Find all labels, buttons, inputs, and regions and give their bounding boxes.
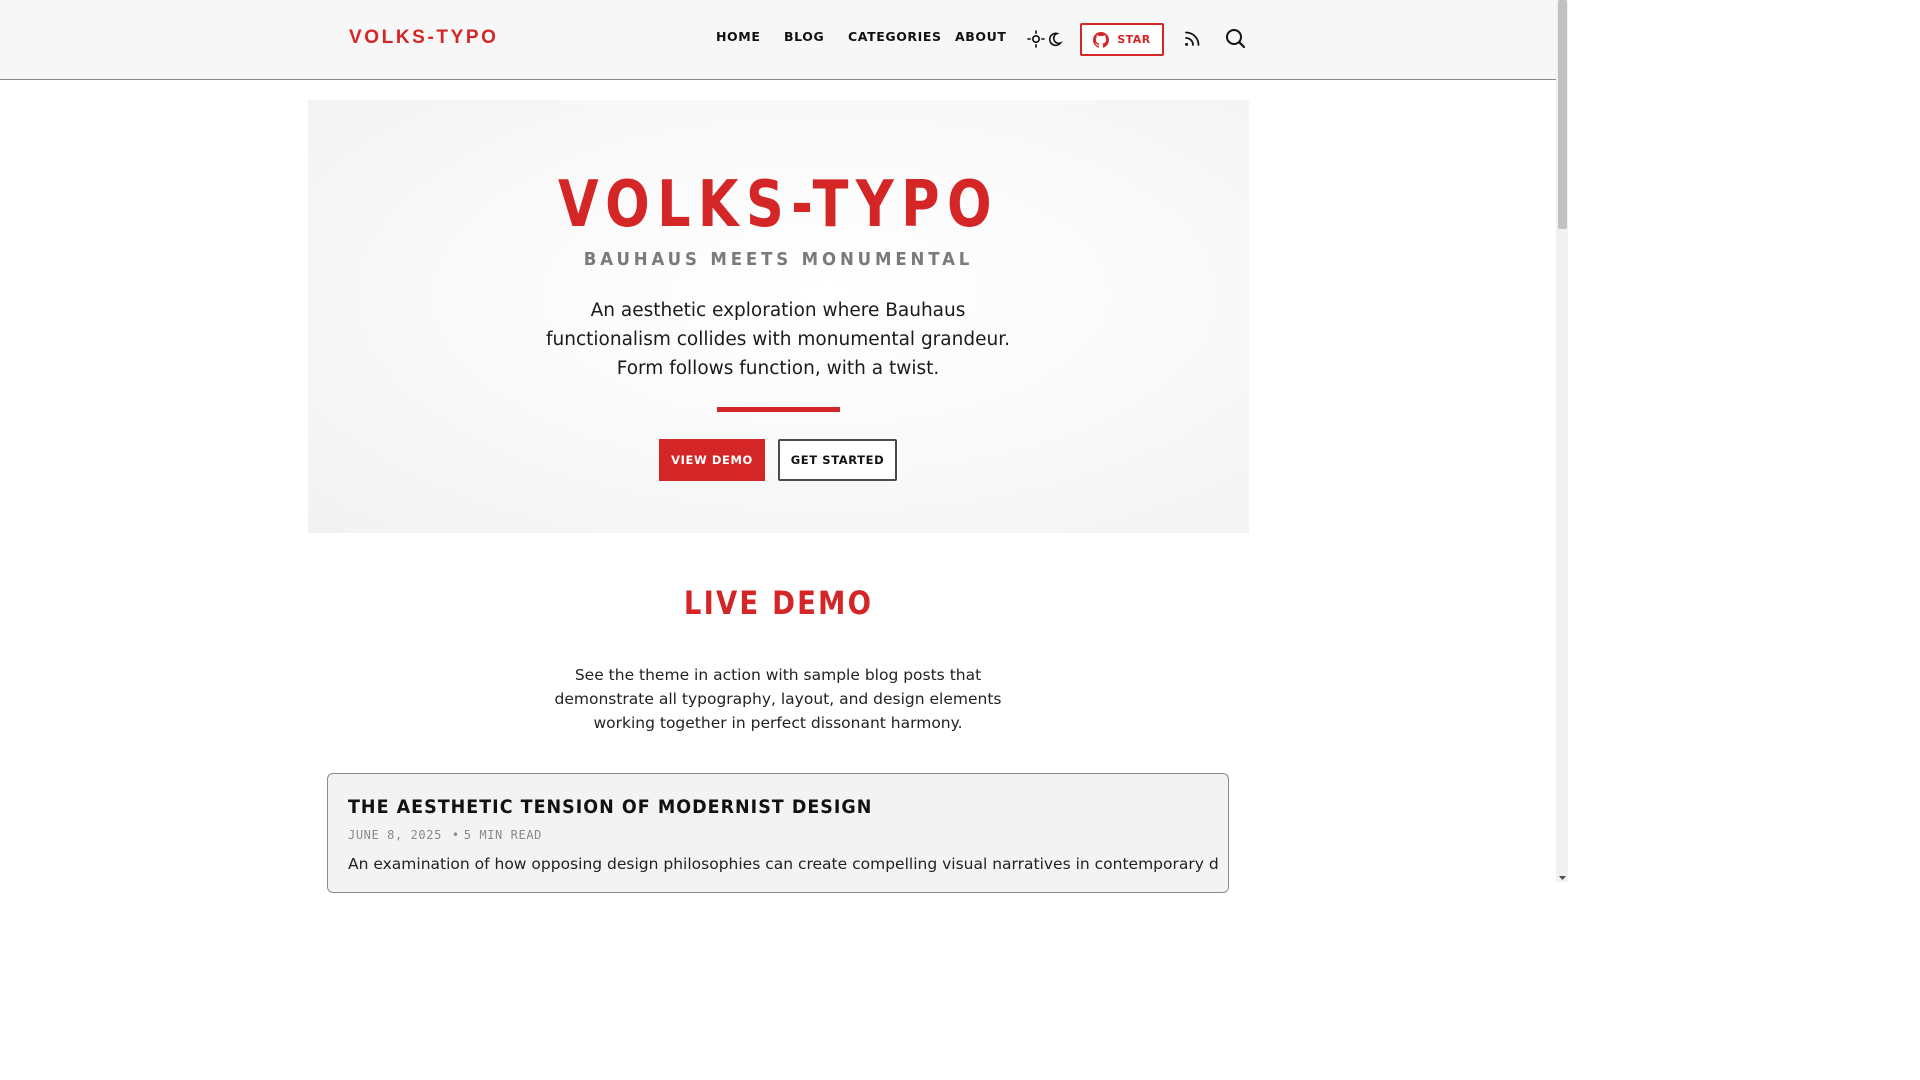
sun-moon-icon xyxy=(1027,30,1063,48)
meta-separator: • xyxy=(451,828,460,842)
hero-section: VOLKS-TYPO BAUHAUS MEETS MONUMENTAL An a… xyxy=(308,100,1249,533)
view-demo-button[interactable]: VIEW DEMO xyxy=(659,439,765,481)
nav-item-about[interactable]: ABOUT xyxy=(955,29,1007,44)
scrollbar-thumb[interactable] xyxy=(1558,0,1567,229)
post-title[interactable]: THE AESTHETIC TENSION OF MODERNIST DESIG… xyxy=(348,796,872,818)
post-date: JUNE 8, 2025 xyxy=(348,828,442,842)
github-icon xyxy=(1093,31,1110,48)
hero-divider xyxy=(717,407,840,412)
nav-item-home[interactable]: HOME xyxy=(716,29,760,44)
scroll-down-arrow-icon[interactable] xyxy=(1558,870,1567,880)
star-button-label: STAR xyxy=(1117,33,1151,46)
site-header: VOLKS-TYPO HOME BLOG CATEGORIES ABOUT ST… xyxy=(0,0,1556,80)
post-meta: JUNE 8, 2025 • 5 MIN READ xyxy=(348,828,542,842)
search-icon[interactable] xyxy=(1225,28,1246,49)
get-started-button[interactable]: GET STARTED xyxy=(778,439,897,481)
site-logo[interactable]: VOLKS-TYPO xyxy=(349,27,499,49)
post-excerpt: An examination of how opposing design ph… xyxy=(348,855,1218,873)
github-star-button[interactable]: STAR xyxy=(1080,23,1164,56)
post-card[interactable]: THE AESTHETIC TENSION OF MODERNIST DESIG… xyxy=(327,773,1229,893)
live-demo-title: LIVE DEMO xyxy=(683,584,874,622)
live-demo-description: See the theme in action with sample blog… xyxy=(554,666,1002,732)
nav-item-categories[interactable]: CATEGORIES xyxy=(848,29,942,44)
hero-subtitle: BAUHAUS MEETS MONUMENTAL xyxy=(583,249,974,270)
theme-toggle-button[interactable] xyxy=(1027,29,1063,49)
hero-description: An aesthetic exploration where Bauhaus f… xyxy=(546,300,1010,379)
rss-icon[interactable] xyxy=(1183,30,1201,48)
post-read-time: 5 MIN READ xyxy=(463,828,542,842)
nav-item-blog[interactable]: BLOG xyxy=(784,29,824,44)
hero-title: VOLKS-TYPO xyxy=(558,168,999,242)
